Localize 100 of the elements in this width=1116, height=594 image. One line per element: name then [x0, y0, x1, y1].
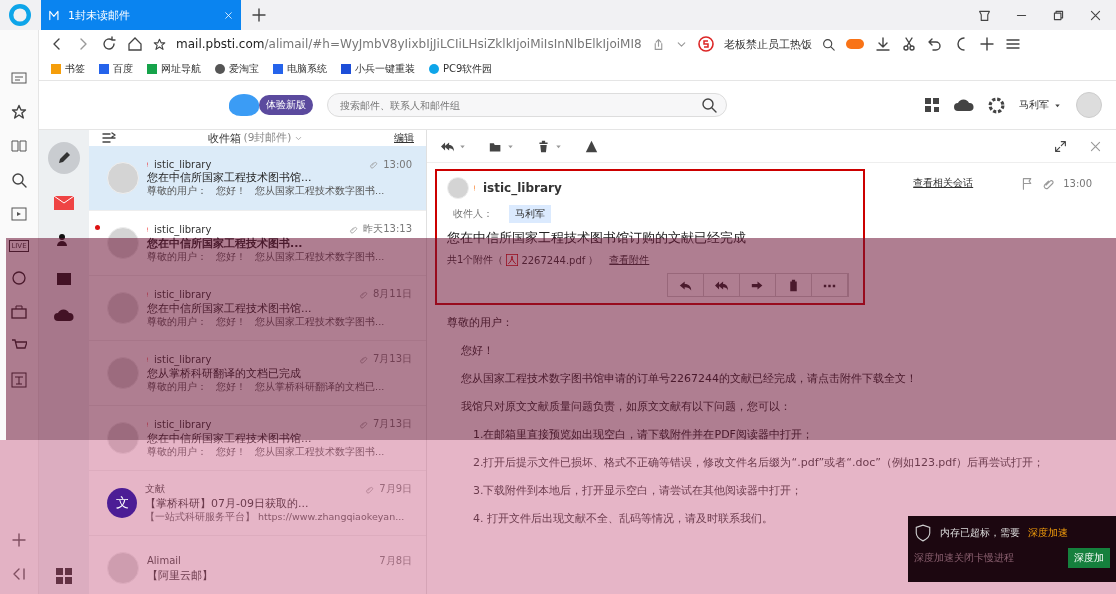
sender-name: istic_library	[154, 158, 213, 170]
mail-icon[interactable]	[54, 196, 74, 210]
bookmark-link[interactable]: 网址导航	[147, 62, 201, 76]
compose-button[interactable]	[48, 142, 80, 174]
bookmark-link[interactable]: 百度	[99, 62, 133, 76]
download-icon[interactable]	[874, 36, 891, 52]
bookmark-link[interactable]: 书签	[51, 62, 85, 76]
add-icon[interactable]	[11, 532, 27, 548]
bookmark-link[interactable]: PC9软件园	[429, 62, 493, 76]
attachment-count: 共1个附件（	[447, 253, 504, 267]
mail-time: 昨天13:13	[363, 222, 412, 236]
expand-icon[interactable]	[1054, 139, 1067, 153]
new-tab-icon[interactable]	[251, 7, 267, 23]
attachment-icon	[369, 159, 379, 169]
book-icon[interactable]	[11, 138, 27, 154]
body-paragraph: 1.在邮箱里直接预览如出现空白，请下载附件并在PDF阅读器中打开；	[473, 427, 814, 442]
boost-button[interactable]: 深度加	[1068, 548, 1110, 568]
body-paragraph: 我馆只对原文文献质量问题负责，如原文文献有以下问题，您可以：	[461, 399, 792, 414]
mail-preview: 尊敬的用户： 您好！ 您从国家工程技术数字图书...	[147, 316, 386, 329]
search-engine-icon[interactable]	[697, 36, 714, 52]
chat-icon[interactable]	[11, 270, 27, 286]
recipient-label: 收件人：	[453, 207, 493, 221]
sender-name: istic_library	[154, 418, 213, 430]
search-icon[interactable]	[821, 37, 835, 51]
sender-name: istic_library	[483, 181, 562, 195]
body-paragraph: 4. 打开文件后出现文献不全、乱码等情况，请及时联系我们。	[473, 511, 774, 526]
attachment-icon	[365, 484, 375, 494]
sender-name: istic_library	[154, 223, 213, 235]
mail-list-item[interactable]: istic_library 13:00 您在中信所国家工程技术图书馆... 尊敬的用户： 您好！ 您从国家工程技术数字图书...	[89, 146, 426, 211]
close-icon[interactable]	[1089, 8, 1102, 22]
bookmark-link[interactable]: 爱淘宝	[215, 62, 259, 76]
mail-preview: 尊敬的用户： 您好！ 您从掌桥科研翻译的文档已...	[147, 381, 386, 394]
calendar-icon[interactable]	[56, 270, 72, 286]
mail-time: 7月9日	[379, 482, 412, 496]
body-paragraph: 3.下载附件到本地后，打开显示空白，请尝试在其他阅读器中打开；	[473, 483, 804, 498]
body-paragraph: 您好！	[461, 343, 495, 358]
attachment-icon	[358, 289, 368, 299]
address-field[interactable]: mail.pbsti.com/alimail/#h=WyJmbV8yIixbIjJiLCIiLHsiZklkIjoiMiIsInNlbElkIjoiMI8	[176, 37, 642, 51]
warning-icon[interactable]	[585, 139, 598, 153]
mail-list-item[interactable]: Alimail 7月8日 【阿里云邮】	[89, 536, 426, 594]
translate-icon[interactable]	[11, 372, 27, 388]
sender-avatar	[447, 177, 469, 199]
popup-message: 内存已超标，需要	[940, 526, 1020, 540]
mail-subject: 您在中信所国家工程技术图书...	[147, 236, 304, 251]
attachment-icon	[358, 419, 368, 429]
bookmark-link[interactable]: 电脑系统	[273, 62, 327, 76]
list-toggle-icon[interactable]	[101, 130, 117, 146]
pencil-icon	[56, 150, 72, 166]
browser-logo-icon[interactable]	[9, 4, 31, 26]
gamepad-icon[interactable]	[844, 37, 865, 51]
browser-tab[interactable]: 1封未读邮件	[41, 0, 241, 30]
related-conversation-link[interactable]: 查看相关会话	[913, 176, 974, 190]
popup-hint: 深度加速关闭卡慢进程	[914, 551, 1014, 565]
mail-time: 7月8日	[379, 553, 412, 568]
shirt-icon[interactable]	[978, 8, 991, 22]
mail-list-item[interactable]: istic_library 昨天13:13 您在中信所国家工程技术图书... 尊敬的用户： 您好！ 您从国家工程技术数字图书...	[89, 211, 426, 276]
restore-icon[interactable]	[1052, 8, 1065, 22]
letter-avatar: 文	[107, 488, 137, 518]
add-icon[interactable]	[978, 36, 995, 52]
star-icon[interactable]	[11, 104, 27, 120]
body-paragraph: 2.打开后提示文件已损坏、格式不正确等错误，修改文件名后缀为“.pdf”或者“.doc”（例如123.pdf）后再尝试打开；	[473, 455, 1046, 470]
mail-preview: 尊敬的用户： 您好！ 您从国家工程技术数字图书...	[147, 184, 386, 198]
menu-icon[interactable]	[1004, 36, 1021, 52]
search-engine-hint[interactable]: 老板禁止员工热饭	[723, 36, 812, 52]
qr-code-icon[interactable]	[924, 97, 940, 113]
scissors-icon[interactable]	[900, 36, 917, 52]
mail-subject: 【掌桥科研】07月-09日获取的...	[145, 496, 310, 511]
mail-time: 13:00	[383, 158, 412, 170]
recipient-chip[interactable]: 马利军	[509, 205, 551, 223]
cloud-icon[interactable]	[54, 308, 74, 322]
search-icon[interactable]	[11, 172, 27, 188]
briefcase-icon[interactable]	[11, 304, 27, 320]
mail-logo-icon	[49, 8, 62, 22]
delete-icon[interactable]	[537, 139, 550, 153]
apps-grid-icon[interactable]	[56, 568, 72, 584]
person-avatar	[107, 227, 139, 259]
sender-name: Alimail	[147, 555, 182, 566]
video-icon[interactable]	[11, 206, 27, 222]
boost-link[interactable]: 深度加速	[1028, 526, 1068, 540]
mail-count: (9封邮件)	[243, 131, 292, 145]
home-icon[interactable]	[127, 36, 143, 52]
user-menu[interactable]: 马利军	[1019, 98, 1049, 112]
body-paragraph: 您从国家工程技术数字图书馆申请的订单号2267244的文献已经完成，请点击附件下载全文！	[461, 371, 918, 386]
cloud-upload-icon[interactable]	[954, 98, 974, 112]
undo-icon[interactable]	[926, 36, 943, 52]
bookmark-link[interactable]: 小兵一键重装	[341, 62, 415, 76]
message-subject: 您在中信所国家工程技术图书馆订购的文献已经完成	[447, 229, 747, 247]
star-icon[interactable]	[153, 37, 166, 51]
person-avatar	[107, 552, 139, 584]
collapse-icon[interactable]	[11, 566, 27, 582]
edit-link[interactable]: 编辑	[394, 131, 414, 145]
attachment-file-link[interactable]: 2267244.pdf	[521, 254, 586, 266]
folder-title[interactable]: 收件箱	[207, 130, 241, 146]
reload-icon[interactable]	[101, 36, 117, 52]
view-attachment-link[interactable]: 查看附件	[609, 253, 650, 267]
mail-search-field[interactable]: 搜索邮件、联系人和邮件组	[327, 93, 727, 117]
search-icon[interactable]	[701, 97, 717, 113]
person-avatar	[107, 162, 139, 194]
message-time: 13:00	[1063, 177, 1092, 189]
new-version-badge[interactable]: 体验新版	[259, 95, 313, 115]
